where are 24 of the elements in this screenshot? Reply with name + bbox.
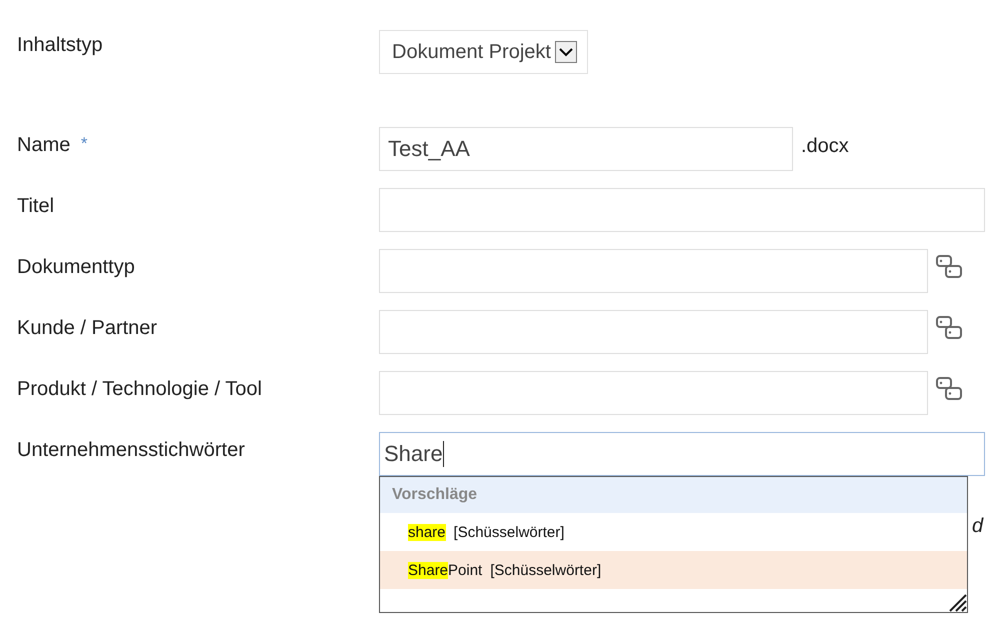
- lookup-field[interactable]: [379, 249, 928, 293]
- field-label: Dokumenttyp: [17, 256, 135, 278]
- suggestion-item[interactable]: share [Schüsselwörter]: [380, 513, 967, 551]
- lookup-field[interactable]: [379, 371, 928, 415]
- required-asterisk: *: [80, 134, 88, 153]
- file-extension: .docx: [801, 135, 849, 158]
- content-type-select[interactable]: Dokument Projekt: [379, 30, 588, 74]
- tags-icon[interactable]: [935, 254, 963, 280]
- lookup-field[interactable]: [379, 310, 928, 354]
- tags-icon[interactable]: [935, 315, 963, 341]
- text-field[interactable]: Test_AA: [379, 127, 793, 171]
- field-label: Titel: [17, 195, 54, 217]
- suggestion-item[interactable]: SharePoint [Schüsselwörter]: [380, 551, 967, 589]
- field-label: Inhaltstyp: [17, 34, 103, 56]
- text-field[interactable]: [379, 188, 985, 232]
- field-label: Kunde / Partner: [17, 317, 158, 339]
- covered-text: d: [972, 515, 984, 538]
- resize-grip-icon[interactable]: [947, 592, 967, 612]
- text-field[interactable]: Share: [379, 432, 985, 476]
- suggestions-header: Vorschläge: [380, 477, 967, 513]
- field-label: Produkt / Technologie / Tool: [17, 378, 262, 400]
- field-label: Name: [17, 134, 70, 156]
- tags-icon[interactable]: [935, 376, 963, 402]
- field-label: Unternehmensstichwörter: [17, 439, 245, 461]
